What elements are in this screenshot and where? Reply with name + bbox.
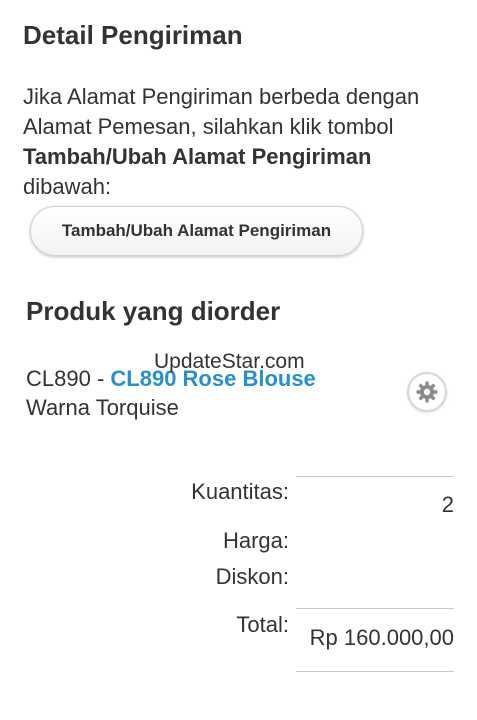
discount-label: Diskon: xyxy=(215,564,289,589)
gear-icon xyxy=(416,381,438,403)
product-code: CL890 - xyxy=(26,366,111,391)
price-label: Harga: xyxy=(222,528,289,553)
total-value: Rp 160.000,00 xyxy=(309,625,454,650)
ordered-products-title: Produk yang diorder xyxy=(26,296,281,326)
watermark-text: UpdateStar.com xyxy=(154,350,305,373)
shipping-instructions: Jika Alamat Pengiriman berbeda dengan Al… xyxy=(23,82,463,202)
shipping-instructions-text-1: Jika Alamat Pengiriman berbeda dengan Al… xyxy=(23,84,420,139)
quantity-label: Kuantitas: xyxy=(191,479,289,504)
total-label: Total: xyxy=(236,612,289,637)
checkout-page: Detail Pengiriman Jika Alamat Pengiriman… xyxy=(0,0,477,720)
product-settings-button[interactable] xyxy=(409,374,445,410)
shipping-instructions-text-2: dibawah: xyxy=(23,174,112,199)
bottom-divider xyxy=(296,671,454,672)
quantity-value: 2 xyxy=(441,492,454,517)
shipping-instructions-bold: Tambah/Ubah Alamat Pengiriman xyxy=(23,144,372,169)
product-variant: Warna Torquise xyxy=(26,395,179,420)
summary-divider xyxy=(296,476,454,477)
shipping-detail-title: Detail Pengiriman xyxy=(23,20,243,50)
total-divider xyxy=(296,608,454,609)
change-shipping-address-button[interactable]: Tambah/Ubah Alamat Pengiriman xyxy=(30,206,363,256)
